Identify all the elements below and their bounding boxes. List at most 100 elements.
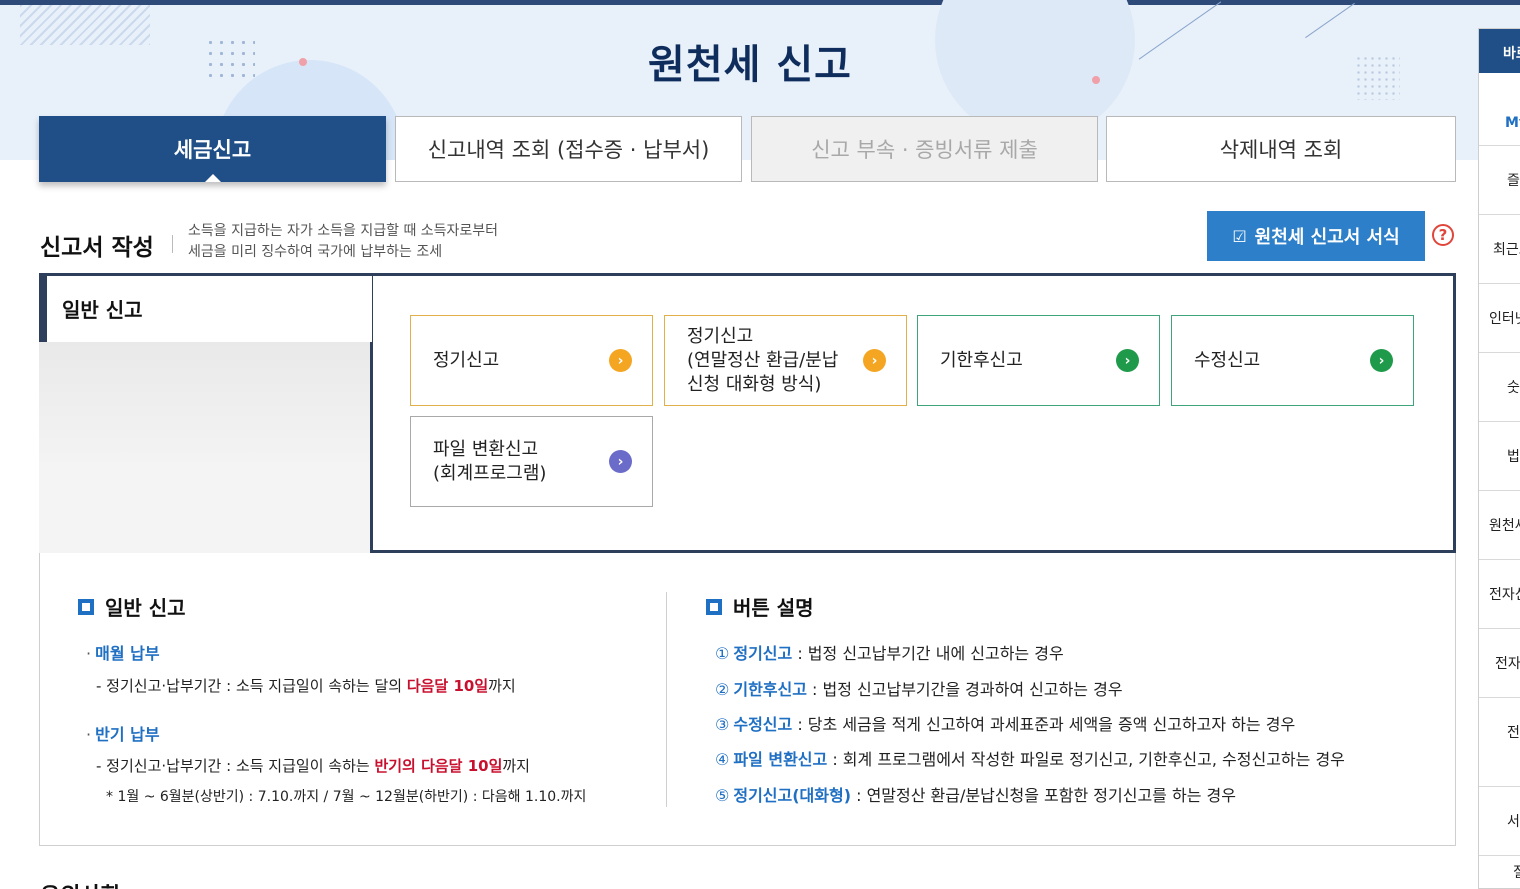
divider — [172, 235, 173, 253]
quick-menu-item-label: 전자가 — [1507, 725, 1520, 741]
quick-menu-item[interactable]: 최근조회 — [1479, 214, 1520, 283]
quick-menu-item[interactable]: 즐겨찾기 — [1479, 145, 1520, 214]
circled-number: ① — [715, 644, 730, 663]
period-highlight: 반기의 다음달 10일 — [374, 757, 503, 775]
info-heading-general: 일반 신고 — [78, 592, 186, 621]
circled-number: ③ — [715, 715, 730, 734]
quick-menu-item-label: 서식 — [1507, 814, 1520, 830]
halfyear-note: * 1월 ~ 6월분(상반기) : 7.10.까지 / 7월 ~ 12월분(하반… — [106, 789, 587, 805]
card-label: 파일 변환신고 (회계프로그램) — [433, 438, 547, 484]
help-icon[interactable]: ? — [1432, 224, 1454, 246]
halfyear-payment-title: · 반기 납부 — [86, 721, 160, 745]
chevron-right-icon: › — [1370, 349, 1393, 372]
circled-number: ② — [715, 680, 730, 699]
info-heading-label: 버튼 설명 — [733, 596, 814, 620]
card-label: 수정신고 — [1194, 349, 1261, 371]
quick-menu-item[interactable]: 전자가 — [1479, 697, 1520, 766]
quick-menu-item-label: 질 — [1513, 862, 1520, 882]
halfyear-payment-label: 반기 납부 — [95, 725, 160, 744]
quick-menu-item-label: 최근조회 — [1493, 242, 1520, 258]
form-button-label: 원천세 신고서 서식 — [1254, 227, 1400, 248]
info-heading-label: 일반 신고 — [105, 596, 186, 620]
quick-menu-item-label: 법령 — [1507, 449, 1520, 465]
bullet-dot: · — [86, 644, 92, 663]
section-description-line: 소득을 지급하는 자가 소득을 지급할 때 소득자로부터 — [188, 223, 499, 239]
quick-menu-item[interactable]: 전자 — [1479, 628, 1520, 697]
quick-menu-item-label: 즐겨찾기 — [1507, 173, 1520, 189]
card-regular-filing[interactable]: 정기신고 › — [410, 315, 653, 406]
period-text: - 정기신고·납부기간 : 소득 지급일이 속하는 달의 — [96, 677, 407, 695]
quick-menu-item[interactable]: 법령 — [1479, 421, 1520, 490]
button-explanation-item: ⑤ 정기신고(대화형) : 연말정산 환급/분납신청을 포함한 정기신고를 하는 … — [715, 782, 1236, 806]
tab-tax-filing[interactable]: 세금신고 — [39, 116, 386, 182]
quick-menu-item-label: 전자신고 — [1489, 587, 1520, 603]
bullet-dot: · — [86, 725, 92, 744]
section-description: 소득을 지급하는 자가 소득을 지급할 때 소득자로부터 세금을 미리 징수하여… — [188, 221, 498, 263]
quick-menu-item[interactable]: 인터넷 — [1479, 283, 1520, 352]
monthly-payment-period: - 정기신고·납부기간 : 소득 지급일이 속하는 달의 다음달 10일까지 — [96, 675, 516, 696]
divider — [666, 592, 667, 807]
card-amended-filing[interactable]: 수정신고 › — [1171, 315, 1414, 406]
period-text: - 정기신고·납부기간 : 소득 지급일이 속하는 — [96, 757, 375, 775]
withholding-form-button[interactable]: ☑ 원천세 신고서 서식 — [1207, 211, 1425, 261]
button-explanation-item: ④ 파일 변환신고 : 회계 프로그램에서 작성한 파일로 정기신고, 기한후신고… — [715, 746, 1345, 770]
card-label: 정기신고 (연말정산 환급/분납 신청 대화형 방식) — [687, 325, 839, 395]
quick-menu-item-label: 인터넷 — [1489, 311, 1520, 327]
section-title: 신고서 작성 — [40, 235, 154, 261]
quick-menu-item[interactable]: 서식 — [1479, 786, 1520, 855]
card-label: 기한후신고 — [940, 349, 1023, 371]
button-explanation-item: ① 정기신고 : 법정 신고납부기간 내에 신고하는 경우 — [715, 640, 1064, 664]
button-explanation-item: ③ 수정신고 : 당초 세금을 적게 신고하여 과세표준과 세액을 증액 신고하고… — [715, 711, 1295, 735]
tab-filing-history[interactable]: 신고내역 조회 (접수증 · 납부서) — [395, 116, 742, 182]
explanation-term: 파일 변환신고 — [733, 750, 828, 769]
monthly-payment-title: · 매월 납부 — [86, 640, 160, 664]
explanation-desc: : 법정 신고납부기간 내에 신고하는 경우 — [792, 644, 1064, 663]
tab-bar: 세금신고 신고내역 조회 (접수증 · 납부서) 신고 부속 · 증빙서류 제출… — [39, 116, 1456, 185]
filing-panel-shadow — [39, 342, 370, 553]
circled-number: ④ — [715, 750, 730, 769]
chevron-right-icon: › — [863, 349, 886, 372]
info-heading-buttons: 버튼 설명 — [706, 592, 814, 621]
next-section-title-clipped: 유의사항 — [40, 876, 140, 889]
quick-menu-my[interactable]: My — [1505, 115, 1520, 131]
card-regular-interactive-filing[interactable]: 정기신고 (연말정산 환급/분납 신청 대화형 방식) › — [664, 315, 907, 406]
section-description-line: 세금을 미리 징수하여 국가에 납부하는 조세 — [188, 244, 443, 260]
page-title: 원천세 신고 — [648, 42, 852, 88]
quick-menu-item[interactable]: 질 — [1479, 855, 1520, 888]
square-bullet-icon — [78, 598, 94, 615]
circled-number: ⑤ — [715, 786, 730, 805]
card-label: 정기신고 — [433, 349, 500, 371]
quick-menu-item-label: 전자 — [1495, 656, 1520, 672]
quick-menu-item[interactable]: 원천세 — [1479, 490, 1520, 559]
explanation-desc: : 회계 프로그램에서 작성한 파일로 정기신고, 기한후신고, 수정신고하는 … — [827, 750, 1345, 769]
button-explanation-item: ② 기한후신고 : 법정 신고납부기간을 경과하여 신고하는 경우 — [715, 676, 1123, 700]
square-bullet-icon — [706, 598, 722, 615]
explanation-desc: : 법정 신고납부기간을 경과하여 신고하는 경우 — [806, 680, 1123, 699]
quick-menu-head[interactable]: 바로가기 — [1479, 29, 1520, 73]
filing-panel-label: 일반 신고 — [62, 298, 143, 322]
card-late-filing[interactable]: 기한후신고 › — [917, 315, 1160, 406]
quick-menu-item-label: 원천세 — [1489, 518, 1520, 534]
period-highlight: 다음달 10일 — [406, 677, 489, 695]
tab-supporting-docs[interactable]: 신고 부속 · 증빙서류 제출 — [751, 116, 1098, 182]
tab-deleted-history[interactable]: 삭제내역 조회 — [1106, 116, 1456, 182]
explanation-term: 기한후신고 — [733, 680, 807, 699]
chevron-right-icon: › — [609, 450, 632, 473]
chevron-right-icon: › — [609, 349, 632, 372]
explanation-term: 정기신고(대화형) — [733, 786, 852, 805]
explanation-term: 정기신고 — [733, 644, 793, 663]
card-file-conversion-filing[interactable]: 파일 변환신고 (회계프로그램) › — [410, 416, 653, 507]
monthly-payment-label: 매월 납부 — [95, 644, 160, 663]
explanation-desc: : 당초 세금을 적게 신고하여 과세표준과 세액을 증액 신고하고자 하는 경… — [792, 715, 1296, 734]
quick-menu-item[interactable]: 전자신고 — [1479, 559, 1520, 628]
next-section-title: 유의사항 — [40, 878, 140, 889]
top-bar — [0, 0, 1520, 5]
halfyear-payment-period: - 정기신고·납부기간 : 소득 지급일이 속하는 반기의 다음달 10일까지 — [96, 755, 530, 776]
explanation-desc: : 연말정산 환급/분납신청을 포함한 정기신고를 하는 경우 — [851, 786, 1236, 805]
explanation-term: 수정신고 — [733, 715, 793, 734]
edit-icon: ☑ — [1232, 226, 1247, 246]
period-text: 까지 — [488, 677, 516, 695]
quick-menu: 바로가기 My 즐겨찾기 최근조회 인터넷 숫자 법령 원천세 전자신고 전자 … — [1478, 28, 1520, 889]
quick-menu-item[interactable]: 숫자 — [1479, 352, 1520, 421]
quick-menu-item-label: 숫자 — [1507, 380, 1520, 396]
